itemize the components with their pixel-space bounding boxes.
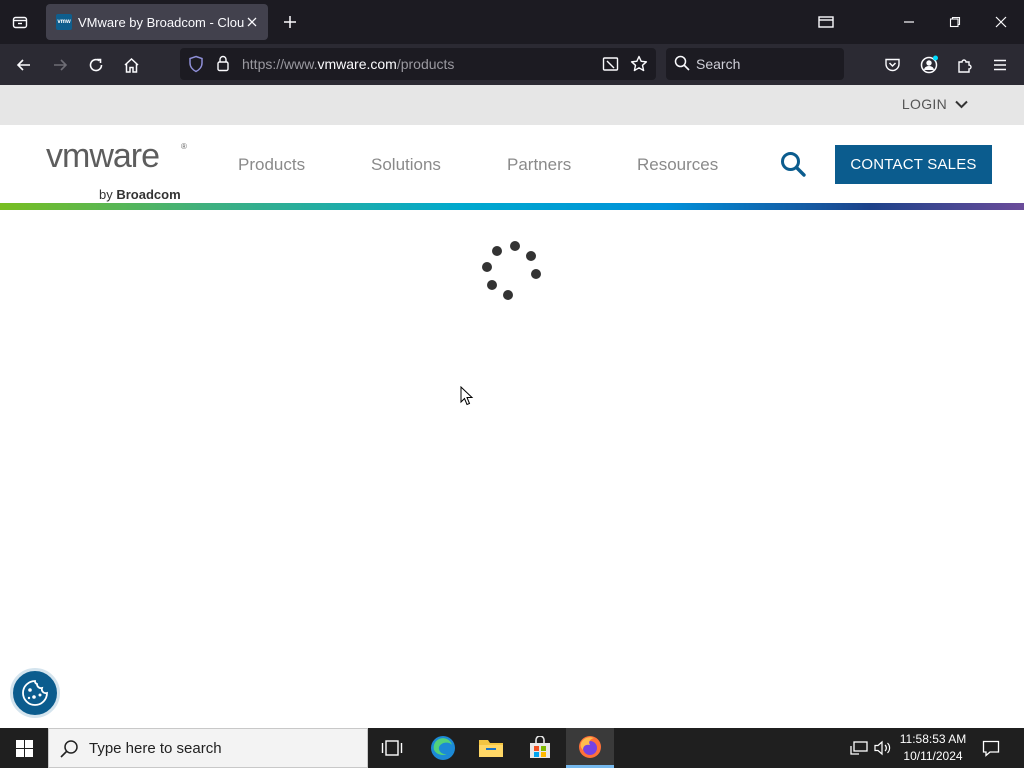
browser-search-bar[interactable]: Search [666, 48, 844, 80]
utility-bar: LOGIN [0, 85, 1024, 125]
windows-taskbar: Type here to search 11:58:53 AM 10/11/20… [0, 728, 1024, 768]
nav-resources[interactable]: Resources [637, 155, 718, 175]
nav-solutions[interactable]: Solutions [371, 155, 441, 175]
bookmark-star-icon[interactable] [630, 55, 648, 78]
system-clock[interactable]: 11:58:53 AM 10/11/2024 [895, 731, 971, 765]
chevron-down-icon [955, 100, 968, 108]
task-view-icon[interactable] [368, 728, 416, 768]
nav-products[interactable]: Products [238, 155, 305, 175]
store-icon[interactable] [516, 728, 564, 768]
loading-spinner-icon [482, 241, 541, 300]
firefox-icon[interactable] [566, 728, 614, 768]
reload-icon[interactable] [83, 52, 109, 78]
vmware-favicon-icon: vmw [56, 14, 72, 30]
notifications-icon[interactable] [978, 728, 1004, 768]
taskbar-search-icon [59, 739, 79, 764]
clock-time: 11:58:53 AM [899, 732, 967, 746]
minimize-icon[interactable] [895, 8, 923, 36]
new-tab-icon[interactable] [278, 10, 302, 34]
tracking-shield-icon[interactable] [188, 55, 204, 78]
restore-icon[interactable] [941, 8, 969, 36]
file-explorer-icon[interactable] [467, 728, 515, 768]
extensions-icon[interactable] [951, 52, 977, 78]
logo-wordmark: vmware [46, 137, 160, 175]
tab-title: VMware by Broadcom - Cloud Computing [78, 14, 244, 30]
app-menu-icon[interactable] [987, 52, 1013, 78]
close-tab-icon[interactable] [244, 14, 260, 30]
forward-icon[interactable] [47, 52, 73, 78]
brand-gradient-divider [0, 203, 1024, 210]
site-search-icon[interactable] [779, 150, 807, 178]
search-icon [674, 55, 690, 76]
edge-icon[interactable] [419, 728, 467, 768]
mouse-cursor-icon [460, 386, 474, 406]
vmware-logo[interactable]: vmware ® by Broadcom [46, 137, 187, 202]
site-header: vmware ® by Broadcom Products Solutions … [0, 125, 1024, 203]
nav-partners[interactable]: Partners [507, 155, 571, 175]
taskbar-search-placeholder: Type here to search [89, 740, 222, 757]
volume-icon[interactable] [872, 728, 894, 768]
pocket-icon[interactable] [879, 52, 905, 78]
cookie-settings-button[interactable] [10, 668, 60, 718]
close-window-icon[interactable] [987, 8, 1015, 36]
login-dropdown[interactable]: LOGIN [902, 96, 968, 112]
lock-icon[interactable] [216, 55, 230, 77]
url-bar[interactable]: https://www.vmware.com/products [180, 48, 656, 80]
windows-start-icon[interactable] [0, 728, 48, 768]
reader-view-icon[interactable] [602, 56, 619, 77]
registered-mark: ® [181, 142, 187, 151]
tab-view-icon[interactable] [812, 8, 840, 36]
browser-nav-bar: https://www.vmware.com/products Search [0, 44, 1024, 85]
browser-search-placeholder: Search [696, 56, 741, 72]
taskbar-search-box[interactable]: Type here to search [48, 728, 368, 768]
clock-date: 10/11/2024 [903, 749, 963, 763]
back-icon[interactable] [11, 52, 37, 78]
tab-list-icon[interactable] [8, 10, 32, 34]
contact-sales-button[interactable]: CONTACT SALES [835, 145, 992, 184]
logo-by-broadcom: by Broadcom [99, 187, 181, 202]
login-label: LOGIN [901, 96, 947, 112]
browser-tab-active[interactable]: vmw VMware by Broadcom - Cloud Computing [46, 4, 268, 40]
url-text[interactable]: https://www.vmware.com/products [242, 56, 454, 72]
home-icon[interactable] [118, 52, 144, 78]
account-icon[interactable] [916, 52, 942, 78]
browser-tab-bar: vmw VMware by Broadcom - Cloud Computing [0, 0, 1024, 44]
cookie-icon [22, 680, 48, 706]
network-icon[interactable] [848, 728, 870, 768]
